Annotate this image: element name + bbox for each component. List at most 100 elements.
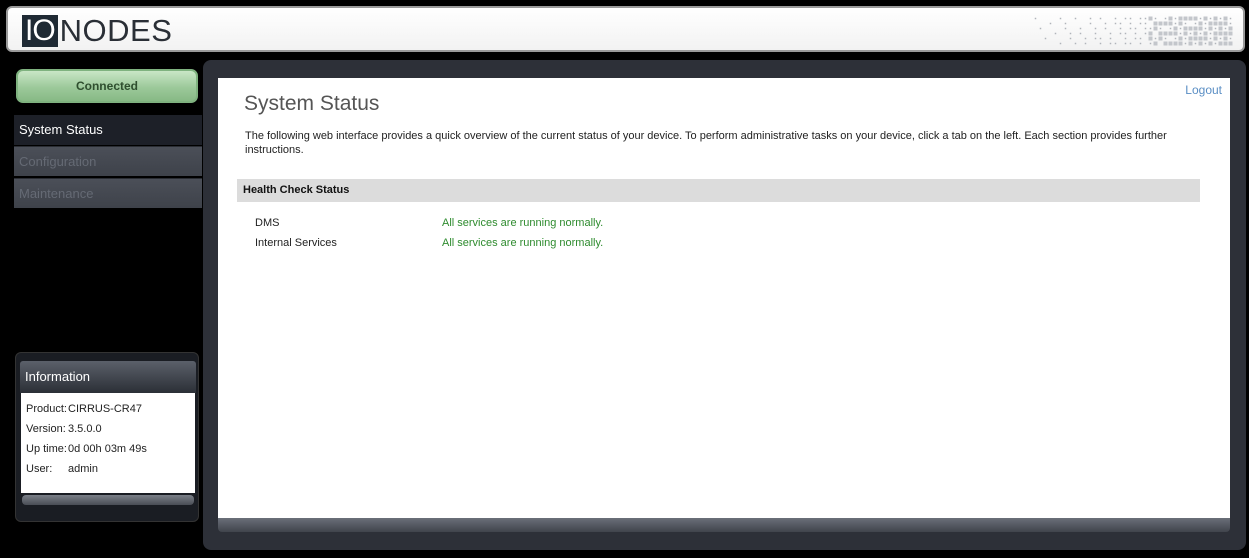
pattern-dot <box>1179 27 1182 30</box>
pattern-dot <box>1203 36 1208 41</box>
pattern-dot <box>1194 22 1197 25</box>
pattern-dot <box>1139 22 1142 25</box>
health-status: All services are running normally. <box>442 217 604 229</box>
pattern-dot <box>1224 27 1227 30</box>
pattern-dot <box>1153 26 1158 31</box>
pattern-dot <box>1223 31 1228 36</box>
pattern-dot <box>1064 22 1067 25</box>
info-key: Up time: <box>26 443 67 455</box>
pattern-dot <box>1099 37 1102 40</box>
pattern-dot <box>1099 42 1102 45</box>
pattern-dot <box>1139 42 1142 45</box>
pattern-dot <box>1149 42 1152 45</box>
pattern-dot <box>1214 27 1217 30</box>
pattern-dot <box>1174 22 1177 25</box>
logout-link[interactable]: Logout <box>1185 83 1222 97</box>
pattern-dot <box>1109 42 1112 45</box>
pattern-dot <box>1219 37 1222 40</box>
pattern-dot <box>1173 41 1178 46</box>
pattern-dot <box>1124 17 1127 20</box>
pattern-dot <box>1214 42 1217 45</box>
pattern-dot <box>1094 27 1097 30</box>
pattern-dot <box>1223 41 1228 46</box>
pattern-dot <box>1139 17 1142 20</box>
pattern-dot <box>1059 42 1062 45</box>
pattern-dot <box>1059 17 1062 20</box>
pattern-dot <box>1034 17 1037 20</box>
sidebar-item-system-status[interactable]: System Status <box>14 115 202 145</box>
info-key: Product: <box>26 403 67 415</box>
pattern-dot <box>1193 36 1198 41</box>
pattern-dot <box>1174 17 1177 20</box>
health-check-header: Health Check Status <box>237 179 1200 202</box>
pattern-dot <box>1129 22 1132 25</box>
sidebar-item-maintenance[interactable]: Maintenance <box>14 178 202 208</box>
pattern-dot <box>1114 17 1117 20</box>
pattern-dot <box>1069 37 1072 40</box>
pattern-dot <box>1169 27 1172 30</box>
pattern-dot <box>1203 16 1208 21</box>
content-scrollbar[interactable] <box>218 518 1230 532</box>
information-panel: Information Product: CIRRUS-CR47 Version… <box>15 352 199 522</box>
pattern-dot <box>1168 41 1173 46</box>
pattern-dot <box>1198 36 1203 41</box>
pattern-dot <box>1139 37 1142 40</box>
pattern-dot <box>1209 17 1212 20</box>
pattern-dot <box>1213 21 1218 26</box>
pattern-dot <box>1148 31 1153 36</box>
sidebar-item-configuration[interactable]: Configuration <box>14 146 202 176</box>
pattern-dot <box>1228 41 1233 46</box>
intro-text: The following web interface provides a q… <box>245 130 1167 156</box>
pattern-dot <box>1213 36 1218 41</box>
pattern-dot <box>1114 42 1117 45</box>
ionodes-logo: IO NODES <box>22 15 172 47</box>
content-panel: Logout System Status The following web i… <box>218 78 1230 518</box>
pattern-dot <box>1164 37 1167 40</box>
pattern-dot <box>1229 17 1232 20</box>
pattern-dot <box>1229 22 1232 25</box>
pattern-dot <box>1124 37 1127 40</box>
pattern-dot <box>1144 17 1147 20</box>
pattern-dot <box>1154 17 1157 20</box>
pattern-dot <box>1044 37 1047 40</box>
pattern-dot <box>1188 26 1193 31</box>
info-row-uptime: Up time: 0d 00h 03m 49s <box>26 439 190 459</box>
pattern-dot <box>1173 26 1178 31</box>
pattern-dot <box>1163 41 1168 46</box>
pattern-dot <box>1099 17 1102 20</box>
pattern-dot <box>1089 17 1092 20</box>
pattern-dot <box>1129 42 1132 45</box>
pattern-dot <box>1144 32 1147 35</box>
info-row-user: User: admin <box>26 459 190 479</box>
pattern-dot <box>1198 41 1203 46</box>
information-scrollbar[interactable] <box>22 495 194 505</box>
pattern-dot <box>1198 26 1203 31</box>
pattern-dot <box>1184 22 1187 25</box>
pattern-dot <box>1193 31 1198 36</box>
pattern-dot <box>1228 26 1233 31</box>
pattern-dot <box>1168 31 1173 36</box>
pattern-dot <box>1153 21 1158 26</box>
pattern-dot <box>1223 36 1228 41</box>
header-bar: IO NODES <box>6 6 1245 52</box>
pattern-dot <box>1094 37 1097 40</box>
info-value: 3.5.0.0 <box>68 423 102 435</box>
pattern-dot <box>1079 27 1082 30</box>
pattern-dot <box>1074 42 1077 45</box>
pattern-dot <box>1218 26 1223 31</box>
health-row-internal-services: Internal Services All services are runni… <box>255 236 855 250</box>
pattern-dot <box>1219 17 1222 20</box>
pattern-dot <box>1208 26 1213 31</box>
health-name: Internal Services <box>255 237 337 249</box>
pattern-dot <box>1178 36 1183 41</box>
pattern-dot <box>1069 32 1072 35</box>
information-title: Information <box>20 361 196 393</box>
pattern-dot <box>1179 32 1182 35</box>
info-key: User: <box>26 463 53 475</box>
pattern-dot <box>1193 16 1198 21</box>
pattern-dot <box>1204 42 1207 45</box>
pattern-dot <box>1134 27 1137 30</box>
pattern-dot <box>1039 27 1042 30</box>
pattern-dot <box>1173 31 1178 36</box>
pattern-dot <box>1218 21 1223 26</box>
